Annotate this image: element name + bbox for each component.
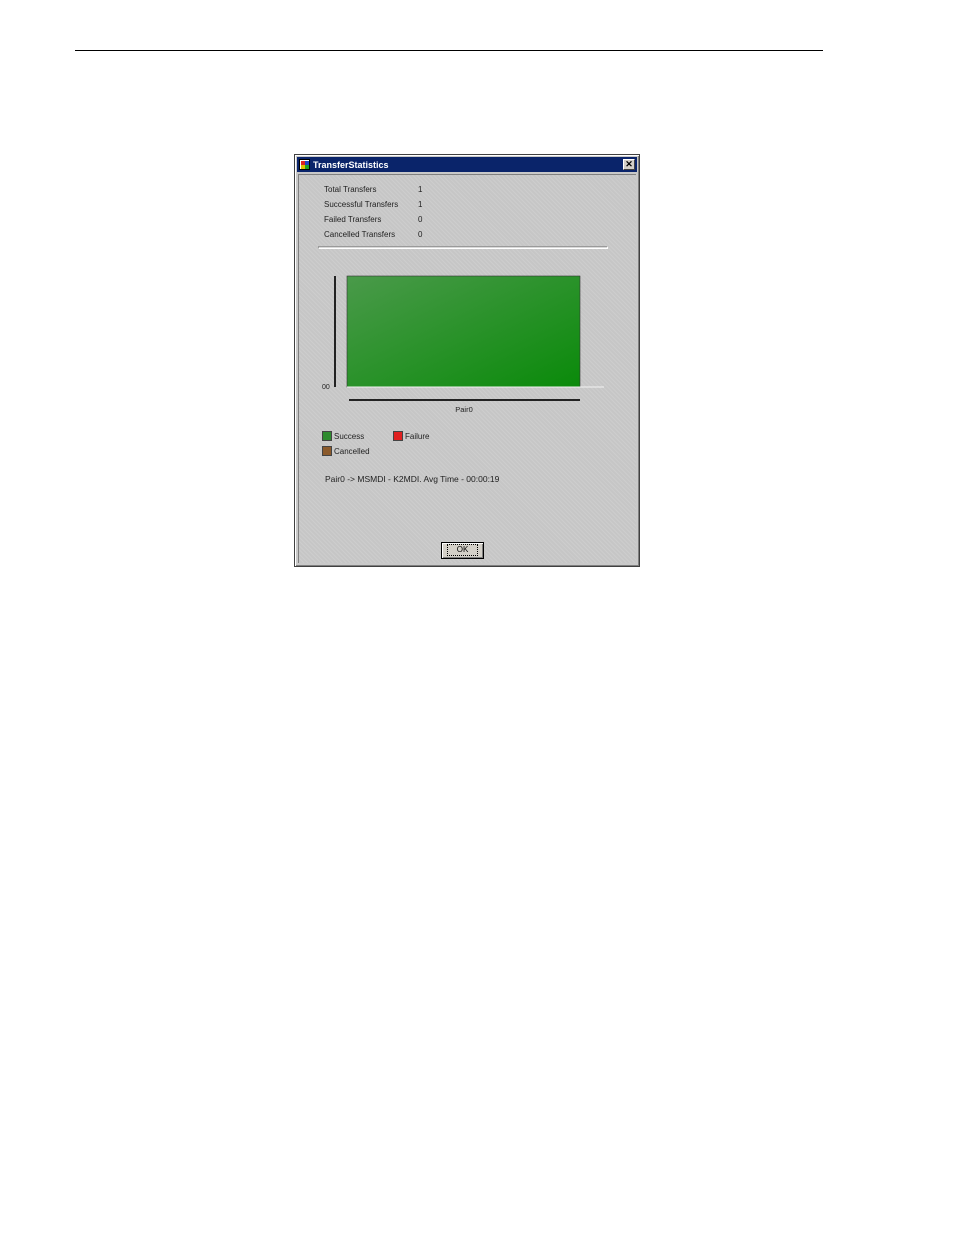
ok-button[interactable]: OK: [441, 542, 484, 559]
close-icon: ✕: [625, 159, 633, 169]
ok-button-label: OK: [446, 544, 479, 556]
x-category-label: Pair0: [455, 405, 473, 414]
transfer-summary: Pair0 -> MSMDI - K2MDI. Avg Time - 00:00…: [325, 474, 500, 484]
y-tick-label: 00: [322, 384, 330, 391]
window-title: TransferStatistics: [313, 159, 389, 170]
close-button[interactable]: ✕: [623, 159, 635, 170]
title-bar: TransferStatistics ✕: [297, 157, 637, 172]
legend-item-failure: Failure: [393, 431, 429, 441]
page-top-rule: [75, 50, 823, 51]
app-window-icon: [299, 159, 310, 170]
legend-label: Success: [334, 431, 365, 441]
transfer-statistics-window: TransferStatistics ✕ Total Transfers 1 S…: [294, 154, 640, 567]
bar-success-pair0: [346, 275, 581, 388]
legend-item-success: Success: [322, 431, 364, 441]
legend-label: Cancelled: [334, 446, 370, 456]
legend-swatch: [393, 431, 403, 441]
transfer-bar-chart: 00 Pair0: [322, 275, 604, 414]
legend-swatch: [322, 431, 332, 441]
dialog-client-area: Total Transfers 1 Successful Transfers 1…: [298, 174, 636, 563]
legend-label: Failure: [405, 431, 430, 441]
legend-swatch: [322, 446, 332, 456]
legend-item-cancelled: Cancelled: [322, 446, 370, 456]
